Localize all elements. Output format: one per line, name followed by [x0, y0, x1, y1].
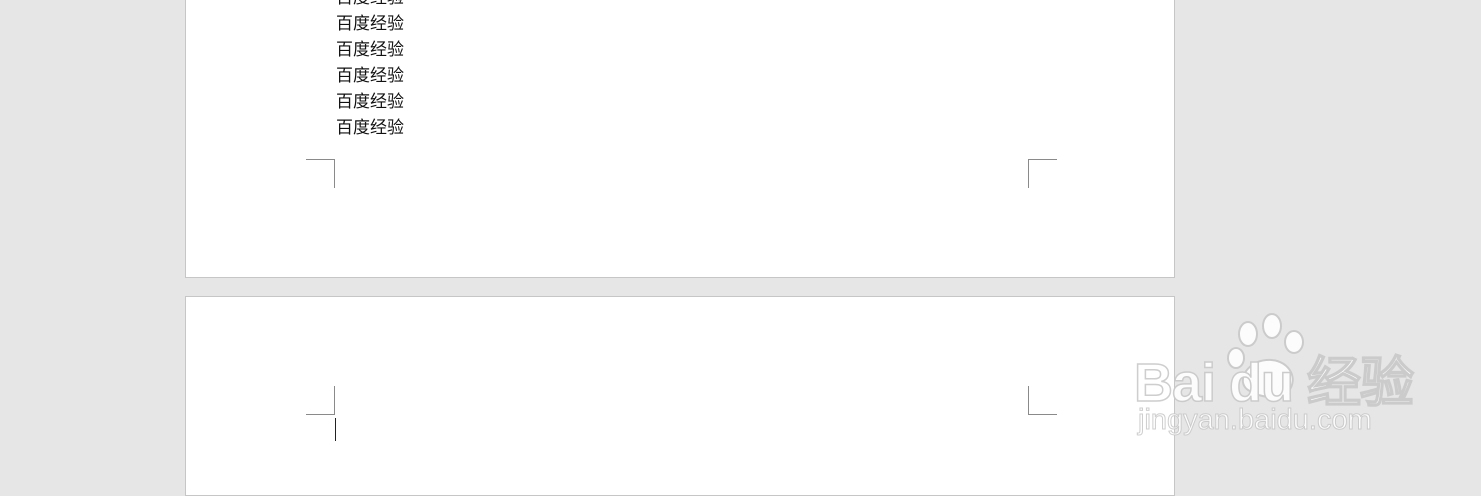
- page-1-text-body[interactable]: 百度经验 百度经验 百度经验 百度经验 百度经验 百度经验: [336, 0, 404, 141]
- margin-corner-bottom-left: [306, 159, 335, 188]
- text-line[interactable]: 百度经验: [336, 0, 404, 11]
- document-page-2[interactable]: [185, 296, 1175, 496]
- text-line[interactable]: 百度经验: [336, 63, 404, 89]
- document-page-1[interactable]: 百度经验 百度经验 百度经验 百度经验 百度经验 百度经验: [185, 0, 1175, 278]
- text-cursor: [335, 418, 336, 441]
- margin-corner-top-right: [1028, 386, 1057, 415]
- margin-corner-bottom-right: [1028, 159, 1057, 188]
- baidu-jingyan-watermark: Bai du 经验 jingyan.baidu.com: [1133, 312, 1415, 442]
- margin-corner-top-left: [306, 386, 335, 415]
- watermark-url-text: jingyan.baidu.com: [1138, 404, 1373, 437]
- document-workspace[interactable]: 百度经验 百度经验 百度经验 百度经验 百度经验 百度经验 Bai du 经验 …: [0, 0, 1481, 496]
- text-line[interactable]: 百度经验: [336, 115, 404, 141]
- text-line[interactable]: 百度经验: [336, 37, 404, 63]
- text-line[interactable]: 百度经验: [336, 89, 404, 115]
- text-line[interactable]: 百度经验: [336, 11, 404, 37]
